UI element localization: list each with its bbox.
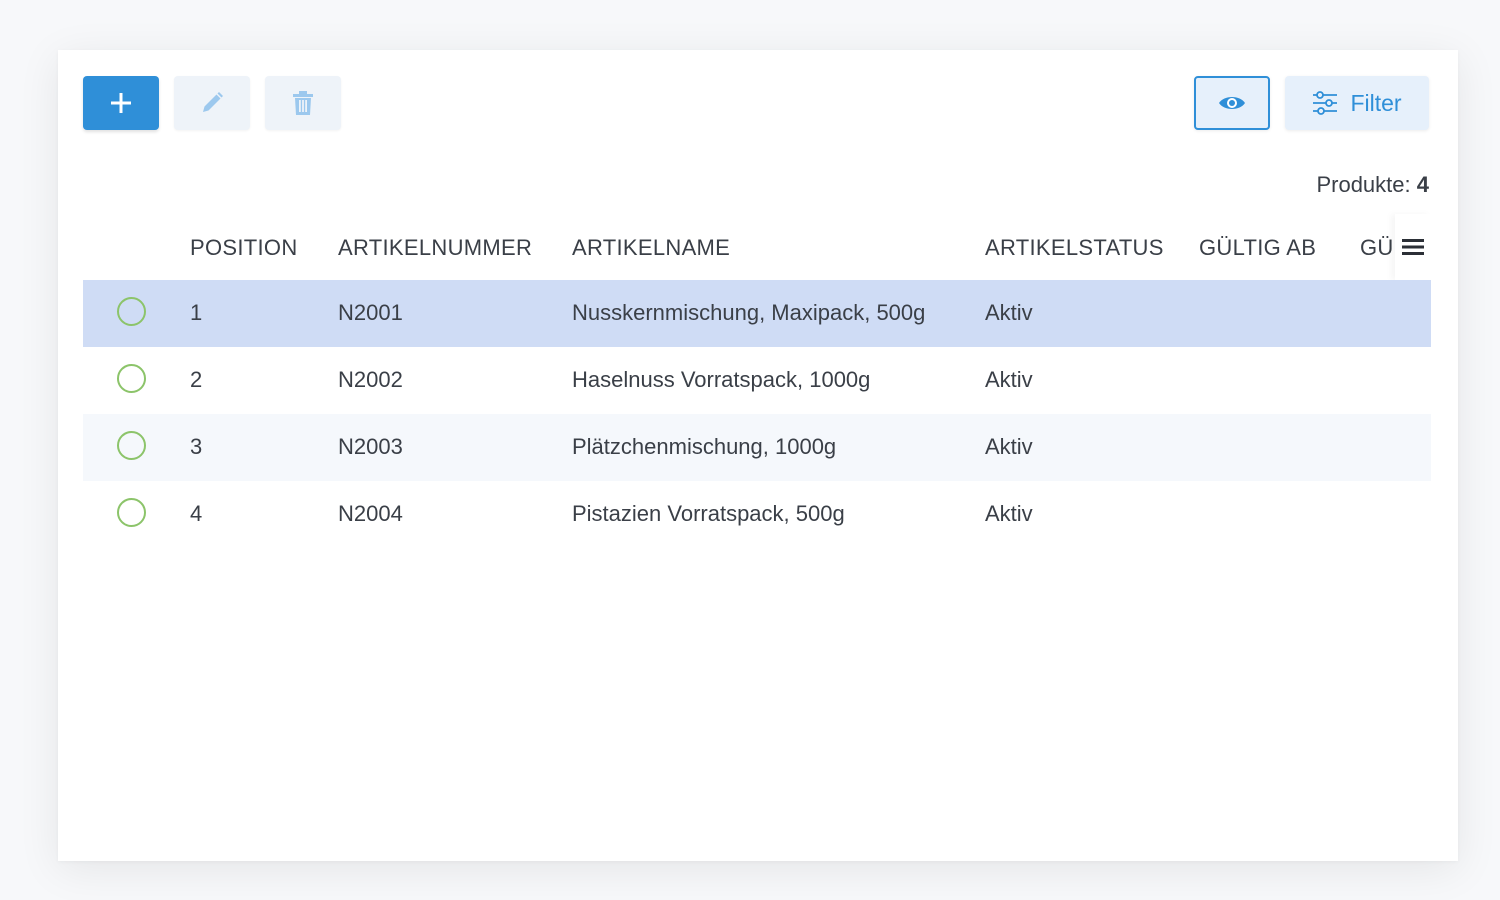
cell-position: 4 bbox=[190, 501, 203, 526]
hamburger-menu-icon bbox=[1402, 239, 1424, 255]
cell-artikelstatus: Aktiv bbox=[985, 434, 1033, 459]
table-row[interactable]: 4 N2004 Pistazien Vorratspack, 500g Akti… bbox=[83, 481, 1431, 548]
cell-artikelnummer: N2003 bbox=[338, 434, 403, 459]
cell-artikelnummer: N2004 bbox=[338, 501, 403, 526]
trash-icon bbox=[293, 91, 313, 115]
products-table: POSITION ARTIKELNUMMER ARTIKELNAME ARTIK… bbox=[83, 214, 1431, 548]
row-select-radio[interactable] bbox=[117, 498, 146, 527]
table-row[interactable]: 3 N2003 Plätzchenmischung, 1000g Aktiv bbox=[83, 414, 1431, 481]
cell-position: 2 bbox=[190, 367, 203, 392]
product-count-value: 4 bbox=[1416, 172, 1429, 197]
table-header: POSITION ARTIKELNUMMER ARTIKELNAME ARTIK… bbox=[83, 214, 1431, 280]
cell-artikelname: Plätzchenmischung, 1000g bbox=[572, 434, 837, 459]
eye-icon bbox=[1219, 97, 1245, 109]
column-header-position[interactable]: POSITION bbox=[190, 235, 298, 261]
cell-artikelnummer: N2002 bbox=[338, 367, 403, 392]
column-header-gueltig-ab[interactable]: GÜLTIG AB bbox=[1199, 235, 1316, 261]
product-count-label: Produkte: bbox=[1316, 172, 1411, 197]
column-header-artikelname[interactable]: ARTIKELNAME bbox=[572, 235, 730, 261]
add-button[interactable] bbox=[83, 76, 159, 130]
column-menu-button[interactable] bbox=[1395, 214, 1431, 280]
filter-button[interactable]: Filter bbox=[1285, 76, 1429, 130]
cell-artikelstatus: Aktiv bbox=[985, 367, 1033, 392]
cell-artikelnummer: N2001 bbox=[338, 300, 403, 325]
plus-icon bbox=[111, 93, 131, 113]
filter-button-label: Filter bbox=[1350, 89, 1402, 116]
cell-artikelstatus: Aktiv bbox=[985, 501, 1033, 526]
cell-artikelname: Nusskernmischung, Maxipack, 500g bbox=[572, 300, 926, 325]
view-button[interactable] bbox=[1194, 76, 1270, 130]
row-select-radio[interactable] bbox=[117, 364, 146, 393]
sliders-icon bbox=[1313, 91, 1338, 115]
row-select-radio[interactable] bbox=[117, 431, 146, 460]
product-count: Produkte: 4 bbox=[1316, 172, 1429, 198]
row-select-radio[interactable] bbox=[117, 297, 146, 326]
table-row[interactable]: 2 N2002 Haselnuss Vorratspack, 1000g Akt… bbox=[83, 347, 1431, 414]
products-panel: Filter Produkte: 4 POSITION ARTIKELNUMME… bbox=[58, 50, 1458, 861]
table-row[interactable]: 1 N2001 Nusskernmischung, Maxipack, 500g… bbox=[83, 280, 1431, 347]
toolbar-right: Filter bbox=[1194, 76, 1429, 130]
pencil-icon bbox=[203, 92, 223, 112]
column-header-artikelnummer[interactable]: ARTIKELNUMMER bbox=[338, 235, 532, 261]
toolbar-left bbox=[83, 76, 341, 130]
delete-button[interactable] bbox=[265, 76, 341, 130]
edit-button[interactable] bbox=[174, 76, 250, 130]
cell-artikelname: Pistazien Vorratspack, 500g bbox=[572, 501, 845, 526]
column-header-gueltig-truncated[interactable]: GÜ bbox=[1360, 235, 1394, 261]
column-header-artikelstatus[interactable]: ARTIKELSTATUS bbox=[985, 235, 1164, 261]
cell-artikelstatus: Aktiv bbox=[985, 300, 1033, 325]
cell-position: 1 bbox=[190, 300, 203, 325]
cell-position: 3 bbox=[190, 434, 203, 459]
cell-artikelname: Haselnuss Vorratspack, 1000g bbox=[572, 367, 871, 392]
